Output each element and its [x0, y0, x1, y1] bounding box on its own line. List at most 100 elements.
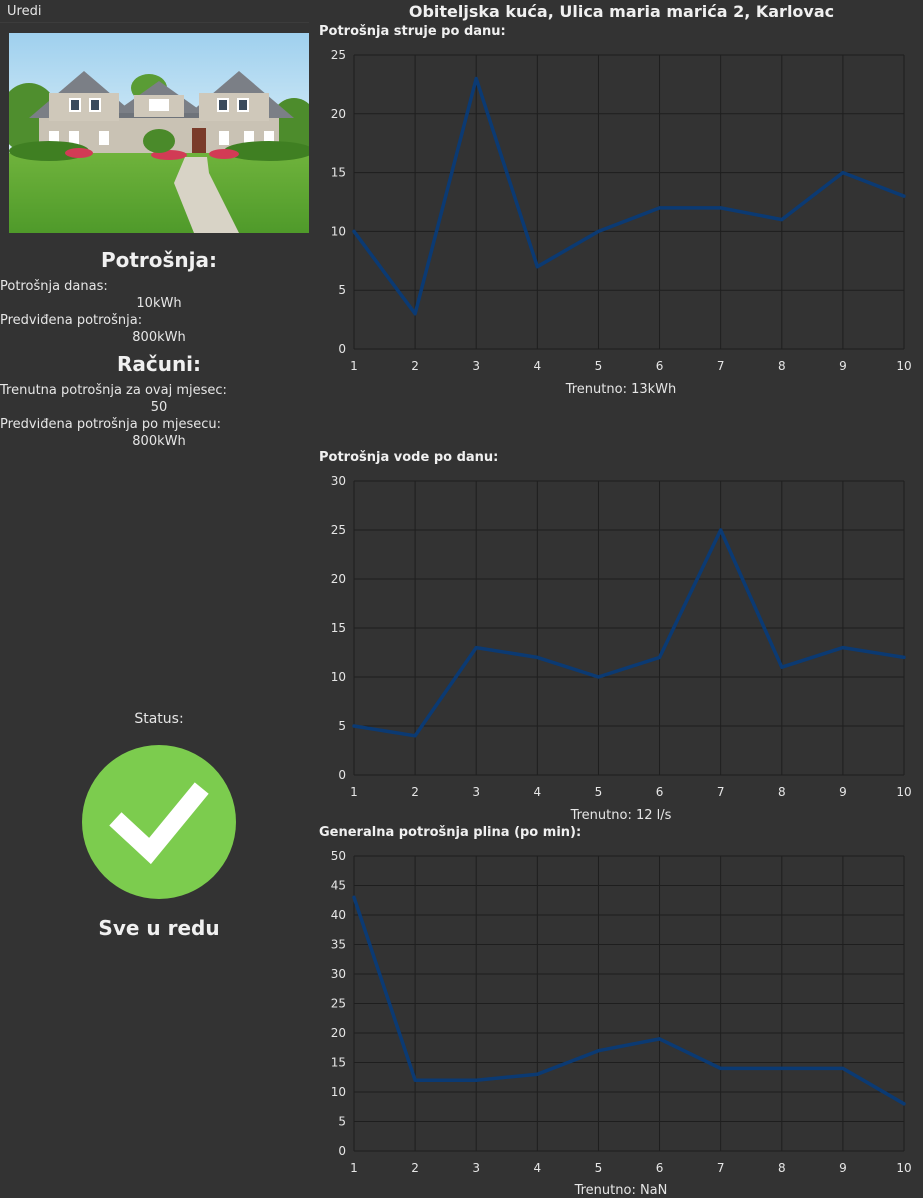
data-point: [902, 194, 906, 198]
x-tick-label: 10: [896, 785, 911, 799]
data-point: [841, 1066, 845, 1070]
x-tick-label: 5: [595, 785, 603, 799]
data-point: [535, 1072, 539, 1076]
series-line: [352, 528, 906, 738]
y-tick-label: 0: [338, 1144, 346, 1158]
y-tick-label: 5: [338, 1115, 346, 1129]
x-tick-label: 1: [350, 785, 358, 799]
gas-current-value: Trenutno: NaN: [574, 1183, 668, 1198]
y-tick-label: 20: [331, 107, 346, 121]
edit-link[interactable]: Uredi: [7, 4, 41, 19]
house-photo: [9, 33, 309, 233]
data-point: [780, 218, 784, 222]
y-tick-label: 0: [338, 768, 346, 782]
x-tick-label: 9: [839, 1161, 847, 1175]
status-label: Status:: [134, 711, 184, 727]
consumption-title: Potrošnja:: [100, 248, 218, 272]
y-tick-label: 15: [331, 166, 346, 180]
y-tick-label: 30: [331, 474, 346, 488]
x-tick-label: 3: [472, 359, 480, 373]
y-tick-label: 0: [338, 342, 346, 356]
status-text: Sve u redu: [98, 916, 220, 940]
x-tick-label: 2: [411, 785, 419, 799]
bills-current-label: Trenutna potrošnja za ovaj mjesec:: [0, 383, 227, 398]
line-chart-svg: 0 5 10 15 20 25 1 2 3 4 5 6 7 8 9 10: [331, 48, 912, 373]
y-tick-label: 50: [331, 849, 346, 863]
water-chart-title: Potrošnja vode po danu:: [319, 450, 499, 465]
x-tick-label: 1: [350, 1161, 358, 1175]
bills-current-value: 50: [150, 400, 168, 415]
y-tick-label: 25: [331, 48, 346, 62]
data-point: [474, 77, 478, 81]
x-tick-label: 8: [778, 1161, 786, 1175]
x-tick-label: 6: [656, 359, 664, 373]
page-title: Obiteljska kuća, Ulica maria marića 2, K…: [408, 2, 835, 21]
x-tick-label: 4: [534, 359, 542, 373]
data-point: [352, 895, 356, 899]
consumption-predicted-value: 800kWh: [132, 330, 186, 345]
bills-title: Računi:: [116, 352, 202, 376]
data-point: [841, 171, 845, 175]
x-tick-label: 6: [656, 785, 664, 799]
x-tick-label: 4: [534, 1161, 542, 1175]
checkmark-circle-icon: [82, 745, 236, 899]
y-tick-label: 5: [338, 719, 346, 733]
data-point: [596, 675, 600, 679]
data-point: [352, 229, 356, 233]
x-tick-label: 5: [595, 1161, 603, 1175]
data-point: [719, 1066, 723, 1070]
x-tick-label: 7: [717, 785, 725, 799]
x-tick-label: 6: [656, 1161, 664, 1175]
topbar-divider: [0, 22, 309, 23]
water-chart: 0 5 10 15 20 25 30 1 2 3 4 5 6 7 8 9 10: [319, 472, 923, 802]
gas-chart: 0 5 10 15 20 25 30 35 40 45 50 1 2 3 4 5 6 7 8 9 10: [319, 847, 923, 1177]
y-tick-label: 15: [331, 621, 346, 635]
x-tick-label: 5: [595, 359, 603, 373]
x-tick-label: 9: [839, 785, 847, 799]
data-point: [902, 1102, 906, 1106]
y-tick-label: 10: [331, 670, 346, 684]
electricity-chart-title: Potrošnja struje po danu:: [319, 24, 506, 39]
y-tick-label: 10: [331, 1085, 346, 1099]
consumption-today-label: Potrošnja danas:: [0, 279, 108, 294]
y-tick-label: 15: [331, 1056, 346, 1070]
x-tick-label: 7: [717, 359, 725, 373]
data-point: [413, 734, 417, 738]
data-point: [413, 312, 417, 316]
line-chart-svg: 051015202530354045501 2 3 4 5 6 7 8 9 10: [331, 849, 912, 1175]
x-tick-label: 10: [896, 1161, 911, 1175]
bills-predicted-label: Predviđena potrošnja po mjesecu:: [0, 417, 221, 432]
series-line: [352, 895, 906, 1106]
data-point: [780, 665, 784, 669]
electricity-chart: 0 5 10 15 20 25 1 2 3 4 5 6 7 8 9 10: [319, 46, 923, 376]
water-current-value: Trenutno: 12 l/s: [570, 808, 672, 823]
data-point: [352, 724, 356, 728]
data-point: [841, 646, 845, 650]
electricity-current-value: Trenutno: 13kWh: [565, 382, 677, 397]
data-point: [596, 1049, 600, 1053]
x-tick-label: 1: [350, 359, 358, 373]
y-tick-label: 5: [338, 283, 346, 297]
x-tick-label: 3: [472, 1161, 480, 1175]
data-point: [474, 646, 478, 650]
data-point: [535, 265, 539, 269]
y-tick-label: 20: [331, 572, 346, 586]
y-tick-label: 25: [331, 997, 346, 1011]
y-tick-label: 25: [331, 523, 346, 537]
x-tick-label: 8: [778, 359, 786, 373]
x-tick-label: 2: [411, 359, 419, 373]
data-point: [413, 1078, 417, 1082]
data-point: [596, 229, 600, 233]
data-point: [658, 206, 662, 210]
x-tick-label: 10: [896, 359, 911, 373]
y-tick-label: 30: [331, 967, 346, 981]
data-point: [658, 655, 662, 659]
consumption-predicted-label: Predviđena potrošnja:: [0, 313, 143, 328]
y-tick-label: 45: [331, 879, 346, 893]
data-point: [474, 1078, 478, 1082]
y-tick-label: 20: [331, 1026, 346, 1040]
data-point: [780, 1066, 784, 1070]
bills-predicted-value: 800kWh: [132, 434, 186, 449]
data-point: [719, 206, 723, 210]
x-tick-label: 8: [778, 785, 786, 799]
